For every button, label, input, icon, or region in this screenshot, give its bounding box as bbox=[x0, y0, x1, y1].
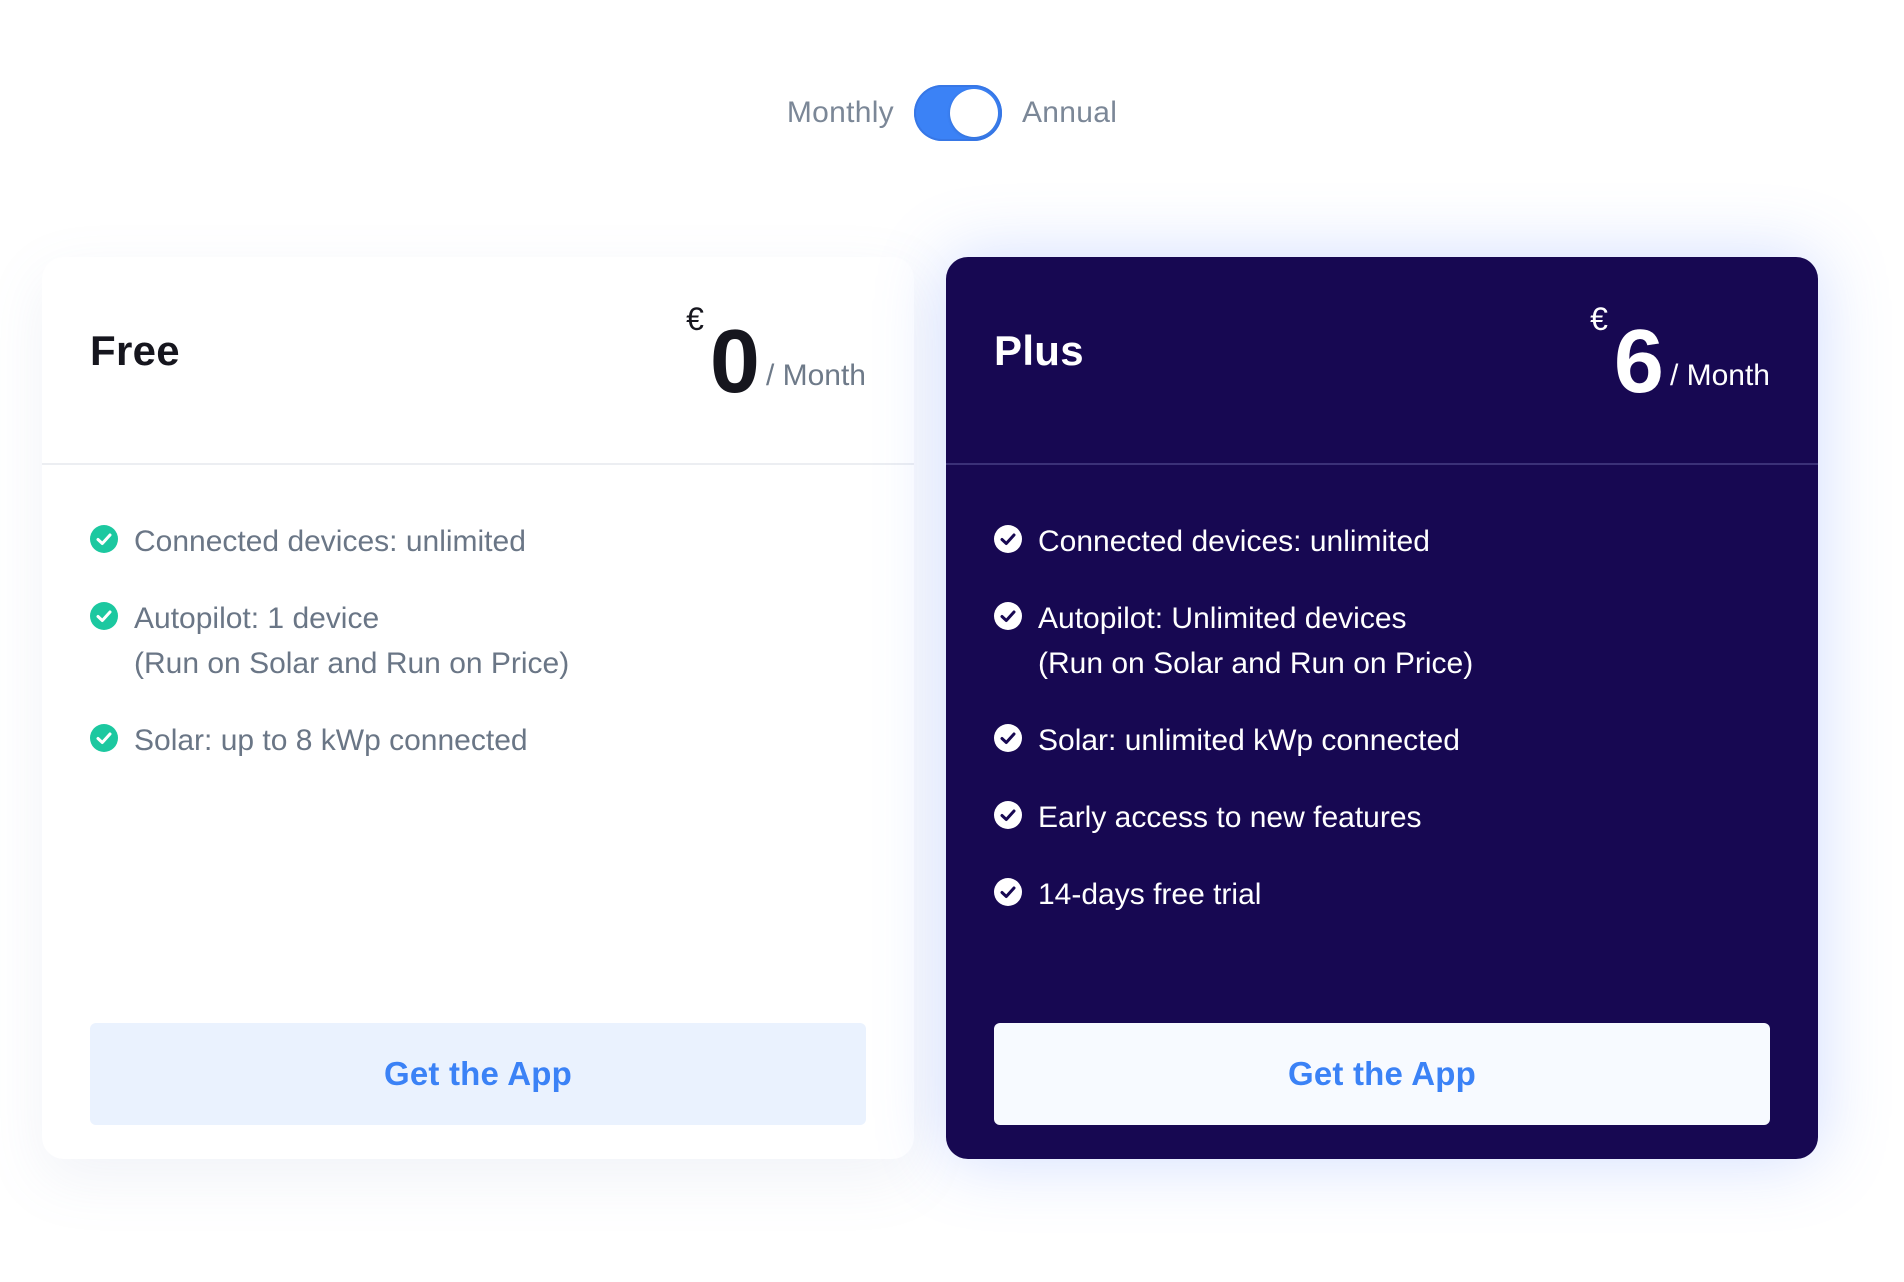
plan-price: € 6 / Month bbox=[1590, 301, 1770, 407]
feature-item: Autopilot: Unlimited devices (Run on Sol… bbox=[994, 596, 1770, 686]
check-circle-icon bbox=[90, 724, 118, 752]
plan-name: Plus bbox=[994, 327, 1084, 374]
feature-list: Connected devices: unlimited Autopilot: … bbox=[42, 465, 914, 763]
feature-line: (Run on Solar and Run on Price) bbox=[1038, 647, 1474, 680]
feature-item: Connected devices: unlimited bbox=[90, 519, 866, 564]
check-circle-icon bbox=[994, 801, 1022, 829]
monthly-label[interactable]: Monthly bbox=[787, 96, 894, 130]
feature-text: Solar: unlimited kWp connected bbox=[1038, 724, 1460, 757]
feature-text: Autopilot: 1 device (Run on Solar and Ru… bbox=[134, 596, 569, 686]
pricing-page: Monthly Annual Free € 0 / Month Connecte… bbox=[0, 0, 1904, 1282]
get-app-button[interactable]: Get the App bbox=[994, 1023, 1770, 1125]
billing-toggle-switch[interactable] bbox=[913, 85, 1002, 141]
currency-symbol: € bbox=[686, 301, 704, 337]
feature-line: (Run on Solar and Run on Price) bbox=[134, 647, 570, 680]
plan-card-header: Free € 0 / Month bbox=[42, 257, 914, 465]
currency-symbol: € bbox=[1590, 301, 1608, 337]
feature-item: Early access to new features bbox=[994, 795, 1770, 840]
feature-list: Connected devices: unlimited Autopilot: … bbox=[946, 465, 1818, 917]
feature-item: Solar: up to 8 kWp connected bbox=[90, 718, 866, 763]
feature-text: Solar: up to 8 kWp connected bbox=[134, 724, 528, 757]
toggle-knob bbox=[949, 89, 998, 137]
feature-text: Connected devices: unlimited bbox=[1038, 525, 1430, 558]
check-circle-icon bbox=[994, 602, 1022, 630]
feature-item: 14-days free trial bbox=[994, 872, 1770, 917]
feature-line: Autopilot: Unlimited devices bbox=[1038, 602, 1407, 635]
check-circle-icon bbox=[994, 525, 1022, 553]
plan-card-free: Free € 0 / Month Connected devices: unli… bbox=[42, 257, 914, 1159]
get-app-button[interactable]: Get the App bbox=[90, 1023, 866, 1125]
plan-price: € 0 / Month bbox=[686, 301, 866, 407]
check-circle-icon bbox=[994, 724, 1022, 752]
price-period: / Month bbox=[765, 359, 866, 392]
feature-line: Autopilot: 1 device bbox=[134, 602, 380, 635]
feature-text: Autopilot: Unlimited devices (Run on Sol… bbox=[1038, 596, 1473, 686]
price-amount: 6 bbox=[1613, 312, 1664, 412]
plan-name: Free bbox=[90, 327, 180, 374]
feature-text: 14-days free trial bbox=[1038, 878, 1262, 911]
check-circle-icon bbox=[994, 878, 1022, 906]
feature-item: Solar: unlimited kWp connected bbox=[994, 718, 1770, 763]
check-circle-icon bbox=[90, 602, 118, 630]
check-circle-icon bbox=[90, 525, 118, 553]
feature-item: Autopilot: 1 device (Run on Solar and Ru… bbox=[90, 596, 866, 686]
plan-card-plus: Plus € 6 / Month Connected devices: unli… bbox=[946, 257, 1818, 1159]
feature-item: Connected devices: unlimited bbox=[994, 519, 1770, 564]
price-amount: 0 bbox=[709, 312, 760, 412]
plan-card-header: Plus € 6 / Month bbox=[946, 257, 1818, 465]
billing-period-toggle: Monthly Annual bbox=[0, 84, 1904, 142]
annual-label[interactable]: Annual bbox=[1022, 96, 1117, 130]
feature-text: Early access to new features bbox=[1038, 801, 1422, 834]
price-period: / Month bbox=[1669, 359, 1770, 392]
feature-text: Connected devices: unlimited bbox=[134, 525, 526, 558]
